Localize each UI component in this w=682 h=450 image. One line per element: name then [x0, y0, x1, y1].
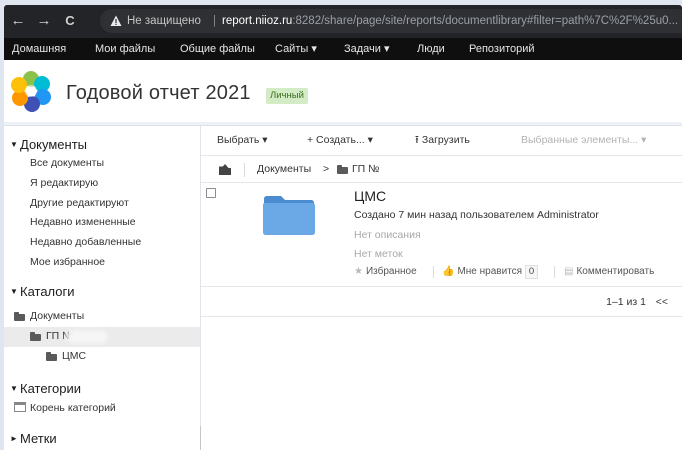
catalogs-heading-label: Каталоги: [20, 284, 75, 299]
category-icon: [14, 402, 26, 412]
document-description: Нет описания: [354, 229, 421, 241]
breadcrumb-current: ГП №: [352, 163, 380, 175]
like-label: Мне нравится: [457, 266, 523, 277]
folder-icon: [30, 332, 41, 341]
expand-arrow-icon: ►: [10, 434, 18, 443]
list-item: ЦМС Создано 7 мин назад пользователем Ad…: [201, 183, 682, 287]
forward-icon[interactable]: →: [35, 12, 53, 30]
tree-node-category-root[interactable]: Корень категорий: [30, 402, 116, 414]
tags-section-heading[interactable]: ► Метки: [10, 431, 57, 446]
sidebar-link-i-edit[interactable]: Я редактирую: [30, 177, 98, 189]
sidebar-link-recently-modified[interactable]: Недавно измененные: [30, 216, 136, 228]
visibility-badge: Личный: [266, 88, 308, 104]
tags-heading-label: Метки: [20, 431, 57, 446]
collapse-arrow-icon: ▼: [10, 287, 18, 296]
address-separator: |: [213, 15, 216, 27]
address-bar[interactable]: Не защищено | report.niioz.ru:8282/share…: [100, 9, 682, 33]
url-path: :8282/share/page/site/reports/documentli…: [292, 15, 679, 27]
sidebar-link-all-documents[interactable]: Все документы: [30, 157, 104, 169]
folder-icon: [337, 165, 348, 174]
url-host: report.niioz.ru: [222, 15, 293, 27]
folder-icon: [46, 352, 57, 361]
selected-items-menu[interactable]: Выбранные элементы... ▾: [521, 126, 646, 154]
document-tags: Нет меток: [354, 248, 403, 260]
pagination: 1–1 из 1 <<: [201, 287, 682, 317]
nav-people[interactable]: Люди: [417, 38, 445, 60]
nav-tasks[interactable]: Задачи ▾: [344, 38, 390, 60]
row-checkbox[interactable]: [206, 188, 216, 198]
document-library: Выбрать ▾ + Создать... ▾ ⭱ Загрузить Выб…: [201, 126, 682, 450]
categories-section-heading[interactable]: ▼ Категории: [10, 381, 81, 396]
folder-icon: [14, 312, 25, 321]
tree-label: Документы: [30, 310, 85, 322]
create-menu-button[interactable]: + Создать... ▾: [307, 126, 373, 154]
breadcrumb-root[interactable]: Документы: [257, 156, 311, 183]
nav-shared-files[interactable]: Общие файлы: [180, 38, 255, 60]
thumbs-up-icon: 👍: [442, 266, 455, 277]
favorite-label: Избранное: [365, 266, 417, 277]
redacted-text: [66, 331, 108, 343]
tree-node-gp[interactable]: ГП №: [4, 327, 200, 347]
categories-heading-label: Категории: [20, 381, 81, 396]
select-menu-button[interactable]: Выбрать ▾: [217, 126, 267, 154]
folder-up-icon[interactable]: [219, 164, 231, 175]
reload-icon[interactable]: C: [61, 12, 79, 30]
upload-button[interactable]: ⭱ Загрузить: [415, 126, 470, 154]
app-nav-bar: Домашняя Мои файлы Общие файлы Сайты ▾ З…: [4, 38, 682, 60]
site-title: Годовой отчет 2021: [66, 82, 251, 104]
back-icon[interactable]: ←: [9, 12, 27, 30]
favorite-action[interactable]: ★ Избранное: [354, 265, 417, 279]
nav-my-files[interactable]: Мои файлы: [95, 38, 155, 60]
action-divider: [554, 266, 555, 278]
sidebar: ▼ Документы Все документы Я редактирую Др…: [4, 126, 203, 450]
collapse-arrow-icon: ▼: [10, 384, 18, 393]
insecure-label: Не защищено: [127, 15, 201, 27]
doclib-toolbar: Выбрать ▾ + Создать... ▾ ⭱ Загрузить Выб…: [201, 126, 682, 156]
action-divider: [433, 266, 434, 278]
sidebar-link-recently-added[interactable]: Недавно добавленные: [30, 236, 141, 248]
breadcrumb-divider: [244, 163, 245, 177]
url-text: report.niioz.ru:8282/share/page/site/rep…: [222, 9, 678, 33]
alfresco-logo-icon: [11, 71, 51, 112]
document-name-link[interactable]: ЦМС: [354, 188, 386, 204]
breadcrumb: Документы > ГП №: [201, 156, 682, 183]
warning-icon: [110, 15, 122, 26]
documents-heading-label: Документы: [20, 137, 88, 152]
upload-label: Загрузить: [421, 134, 470, 146]
catalogs-section-heading[interactable]: ▼ Каталоги: [10, 284, 75, 299]
document-created-info: Создано 7 мин назад пользователем Admini…: [354, 209, 599, 221]
comment-icon: ▤: [564, 266, 574, 277]
pagination-range: 1–1 из 1: [606, 296, 646, 308]
like-action[interactable]: 👍 Мне нравится 0: [442, 265, 539, 279]
nav-home[interactable]: Домашняя: [12, 38, 66, 60]
pagination-prev-button[interactable]: <<: [656, 287, 668, 317]
like-count: 0: [524, 265, 539, 279]
browser-toolbar: ← → C Не защищено | report.niioz.ru:8282…: [4, 5, 682, 38]
sidebar-link-others-edit[interactable]: Другие редактируют: [30, 197, 129, 209]
upload-icon: ⭱: [415, 134, 422, 146]
comment-label: Комментировать: [576, 266, 655, 277]
tree-node-cms[interactable]: ЦМС: [4, 347, 200, 367]
nav-sites[interactable]: Сайты ▾: [275, 38, 317, 60]
breadcrumb-separator: >: [323, 163, 330, 175]
folder-icon[interactable]: [262, 195, 315, 235]
nav-repository[interactable]: Репозиторий: [469, 38, 535, 60]
site-header: Годовой отчет 2021 Личный: [4, 60, 682, 122]
tree-label: ЦМС: [62, 350, 87, 362]
documents-section-heading[interactable]: ▼ Документы: [10, 137, 87, 152]
star-icon: ★: [354, 266, 363, 277]
tree-node-documents[interactable]: Документы: [4, 307, 200, 327]
comment-action[interactable]: ▤ Комментировать: [564, 265, 654, 279]
collapse-arrow-icon: ▼: [10, 140, 18, 149]
sidebar-link-my-favorites[interactable]: Мое избранное: [30, 256, 105, 268]
